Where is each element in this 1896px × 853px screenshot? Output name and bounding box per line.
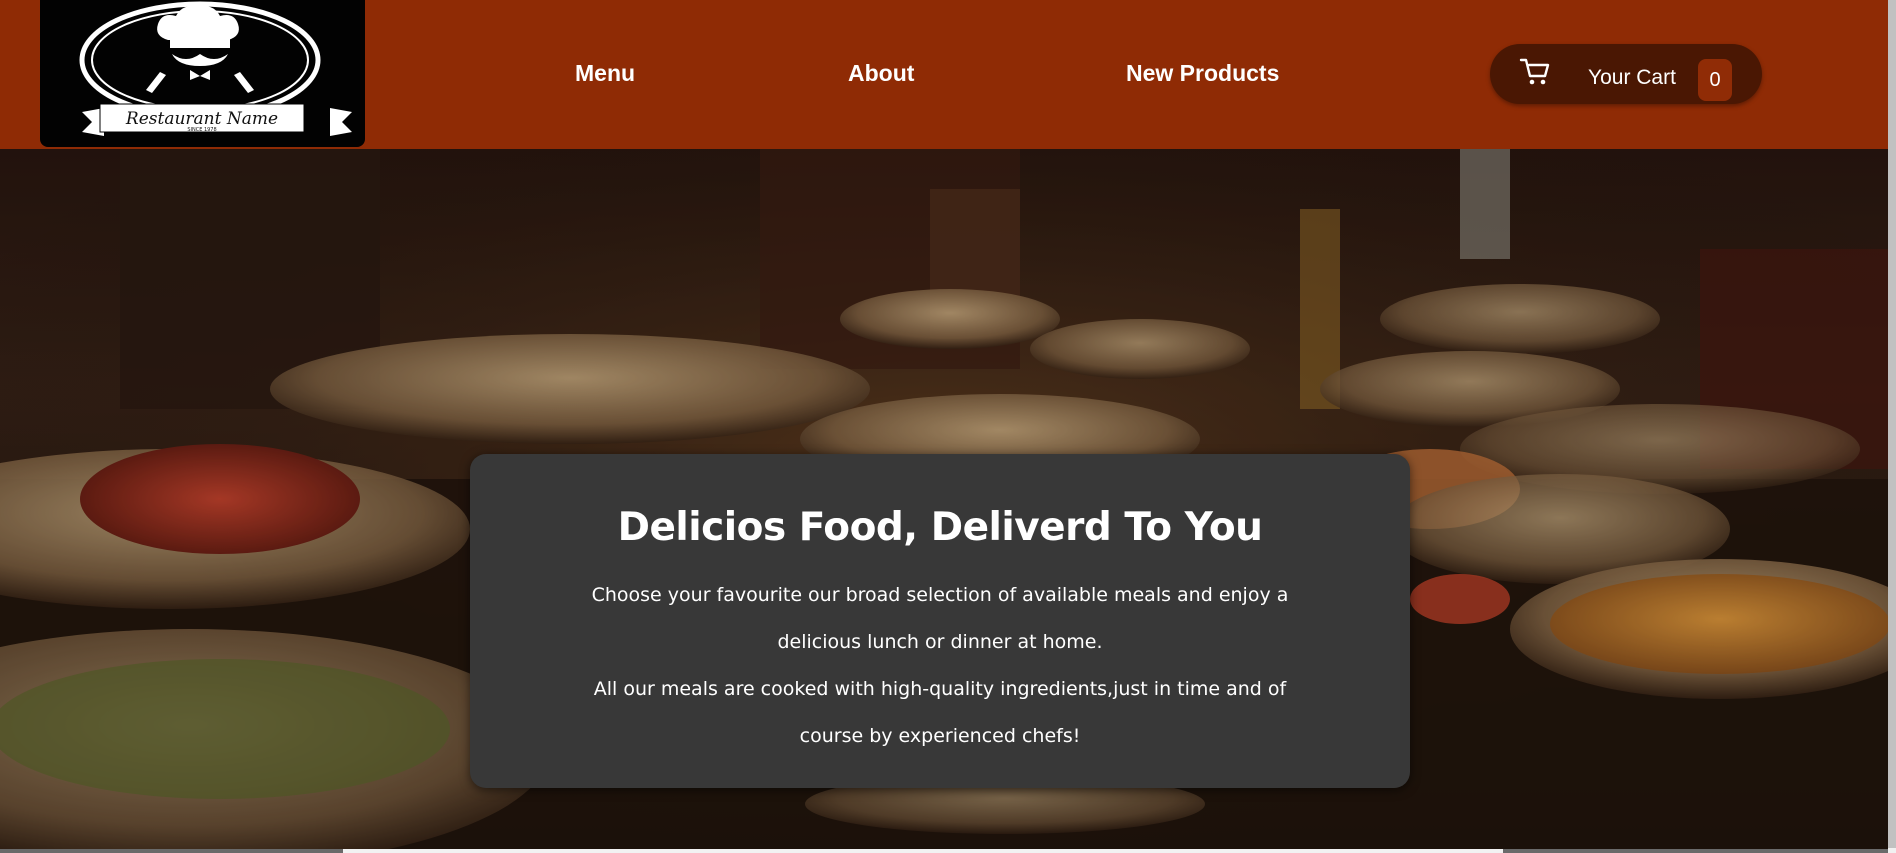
- logo-since-text: SINCE 1978: [187, 127, 216, 133]
- vertical-scrollbar[interactable]: [1888, 0, 1896, 853]
- nav-menu-link[interactable]: Menu: [575, 60, 635, 87]
- logo-banner-text: Restaurant Name: [125, 109, 278, 129]
- cart-count-badge: 0: [1698, 59, 1732, 101]
- summary-title: Delicios Food, Deliverd To You: [617, 505, 1263, 550]
- restaurant-logo[interactable]: Restaurant Name SINCE 1978: [40, 0, 365, 147]
- scrollbar-thumb[interactable]: [1888, 0, 1896, 848]
- nav-about-link[interactable]: About: [848, 60, 914, 87]
- cart-label: Your Cart: [1588, 66, 1676, 89]
- main-header: Restaurant Name SINCE 1978 Menu About Ne…: [0, 0, 1888, 149]
- summary-card: Delicios Food, Deliverd To You Choose yo…: [470, 454, 1410, 788]
- summary-paragraph-2: All our meals are cooked with high-quali…: [593, 678, 1287, 747]
- cart-icon: [1519, 58, 1550, 85]
- cart-button[interactable]: Your Cart 0: [1490, 44, 1762, 104]
- summary-paragraph-1: Choose your favourite our broad selectio…: [591, 584, 1289, 653]
- nav-new-products-link[interactable]: New Products: [1126, 60, 1279, 87]
- bottom-divider-highlight: [343, 849, 1503, 853]
